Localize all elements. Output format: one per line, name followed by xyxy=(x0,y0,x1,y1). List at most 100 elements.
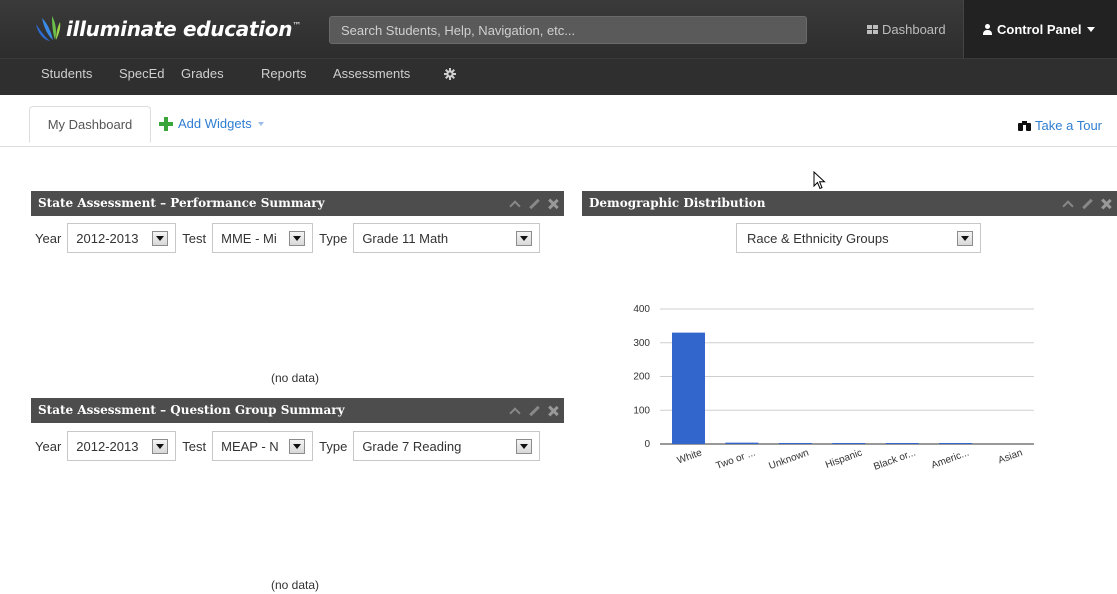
dropdown-arrow-icon xyxy=(152,439,169,454)
x-tick-label: Asian xyxy=(997,447,1024,466)
type-label: Type xyxy=(319,438,348,454)
collapse-icon[interactable] xyxy=(510,199,520,209)
take-tour-link[interactable]: Take a Tour xyxy=(1018,118,1102,133)
y-tick-label: 100 xyxy=(633,405,650,416)
user-icon xyxy=(982,23,993,35)
question-group-filters: Year 2012-2013 Test MEAP - N Type Grade … xyxy=(35,431,546,461)
perf-summary-filters: Year 2012-2013 Test MME - Mi Type Grade … xyxy=(35,223,546,253)
x-tick-label: White xyxy=(676,447,704,466)
demographic-filters: Race & Ethnicity Groups xyxy=(736,223,987,253)
tab-my-dashboard-label: My Dashboard xyxy=(47,117,133,132)
test-select-value: MEAP - N xyxy=(221,438,279,454)
widget-demographic-header[interactable]: Demographic Distribution xyxy=(582,191,1117,216)
chevron-down-icon xyxy=(1086,26,1095,32)
y-tick-label: 400 xyxy=(633,304,650,315)
dropdown-arrow-icon xyxy=(152,231,169,246)
close-icon[interactable] xyxy=(548,199,558,209)
dropdown-arrow-icon xyxy=(957,231,973,246)
widget-title: Demographic Distribution xyxy=(589,196,766,210)
collapse-icon[interactable] xyxy=(1063,199,1073,209)
x-tick-label: Black or... xyxy=(872,447,917,472)
y-tick-label: 300 xyxy=(633,338,650,349)
bar xyxy=(832,443,866,444)
type-select[interactable]: Grade 7 Reading xyxy=(353,431,541,461)
dropdown-arrow-icon xyxy=(516,231,533,246)
bar xyxy=(778,442,812,444)
dashboard-button[interactable]: Dashboard xyxy=(867,16,946,42)
x-tick-label: Unknown xyxy=(767,447,810,472)
year-select-value: 2012-2013 xyxy=(76,438,139,454)
demographic-bar-chart: 0 100 200 300 400 White Two or ... Unknown Hispa… xyxy=(633,304,1034,473)
y-tick-label: 0 xyxy=(644,439,650,450)
dropdown-arrow-icon xyxy=(289,439,306,454)
dashboard-grid-icon xyxy=(867,24,878,34)
app-root: illuminate education™ Dashboard Control … xyxy=(0,0,1117,594)
year-label: Year xyxy=(35,438,62,454)
test-label: Test xyxy=(182,230,207,246)
widget-question-group-header[interactable]: State Assessment – Question Group Summar… xyxy=(31,398,564,423)
dropdown-arrow-icon xyxy=(516,439,533,454)
collapse-icon[interactable] xyxy=(510,406,520,416)
nav-item-reports[interactable]: Reports xyxy=(261,59,307,96)
test-select-value: MME - Mi xyxy=(221,230,277,246)
logo[interactable]: illuminate education™ xyxy=(32,12,301,46)
search-input[interactable] xyxy=(329,16,807,44)
group-select-value: Race & Ethnicity Groups xyxy=(747,230,889,246)
widget-performance-summary-header[interactable]: State Assessment – Performance Summary xyxy=(31,191,564,216)
header-bar: illuminate education™ Dashboard Control … xyxy=(0,0,1117,58)
chevron-down-icon xyxy=(257,121,264,126)
nav-item-speced[interactable]: SpecEd xyxy=(119,59,165,96)
dashboard-label: Dashboard xyxy=(882,21,946,37)
control-panel-label: Control Panel xyxy=(997,21,1082,37)
bar xyxy=(672,332,705,444)
logo-text: illuminate education™ xyxy=(66,17,301,41)
test-select[interactable]: MME - Mi xyxy=(212,223,314,253)
edit-icon[interactable] xyxy=(529,406,539,416)
y-tick-label: 200 xyxy=(633,372,650,383)
close-icon[interactable] xyxy=(548,406,558,416)
control-panel-menu[interactable]: Control Panel xyxy=(964,0,1117,58)
type-select[interactable]: Grade 11 Math xyxy=(353,223,541,253)
mouse-cursor-icon xyxy=(813,171,826,190)
plus-icon xyxy=(159,116,173,131)
x-tick-label: Americ... xyxy=(930,447,971,471)
no-data-message: (no data) xyxy=(271,578,320,592)
type-label: Type xyxy=(319,230,348,246)
widget-tools xyxy=(510,191,558,216)
x-tick-label: Hispanic xyxy=(824,447,864,470)
year-select[interactable]: 2012-2013 xyxy=(67,223,177,253)
widget-title: State Assessment – Question Group Summar… xyxy=(38,403,345,417)
leaf-logo-icon xyxy=(36,16,61,41)
edit-icon[interactable] xyxy=(1082,199,1092,209)
gear-icon[interactable] xyxy=(444,68,456,80)
binoculars-icon xyxy=(1018,120,1032,131)
tab-my-dashboard[interactable]: My Dashboard xyxy=(29,106,151,143)
edit-icon[interactable] xyxy=(529,199,539,209)
widget-tools xyxy=(510,398,558,423)
add-widgets-button[interactable]: Add Widgets xyxy=(159,116,264,131)
type-select-value: Grade 11 Math xyxy=(362,230,449,246)
widget-title: State Assessment – Performance Summary xyxy=(38,196,325,210)
year-select-value: 2012-2013 xyxy=(76,230,139,246)
bar xyxy=(885,443,919,444)
nav-item-grades[interactable]: Grades xyxy=(181,59,224,96)
year-select[interactable]: 2012-2013 xyxy=(67,431,177,461)
take-tour-label: Take a Tour xyxy=(1035,118,1102,133)
test-select[interactable]: MEAP - N xyxy=(212,431,314,461)
dropdown-arrow-icon xyxy=(289,231,306,246)
no-data-message: (no data) xyxy=(271,371,320,385)
add-widgets-label: Add Widgets xyxy=(178,116,252,131)
close-icon[interactable] xyxy=(1101,199,1111,209)
group-select[interactable]: Race & Ethnicity Groups xyxy=(736,223,981,253)
bar xyxy=(725,442,759,444)
dashboard-tabs: My Dashboard Add Widgets Take a Tour xyxy=(0,95,1117,147)
nav-item-students[interactable]: Students xyxy=(41,59,92,96)
main-nav: Students SpecEd Grades Reports Assessmen… xyxy=(0,58,1117,95)
test-label: Test xyxy=(182,438,207,454)
type-select-value: Grade 7 Reading xyxy=(362,438,462,454)
top-header: illuminate education™ Dashboard Control … xyxy=(0,0,1117,95)
year-label: Year xyxy=(35,230,62,246)
nav-item-assessments[interactable]: Assessments xyxy=(333,59,410,96)
bar xyxy=(939,443,973,444)
x-tick-label: Two or ... xyxy=(715,447,757,471)
